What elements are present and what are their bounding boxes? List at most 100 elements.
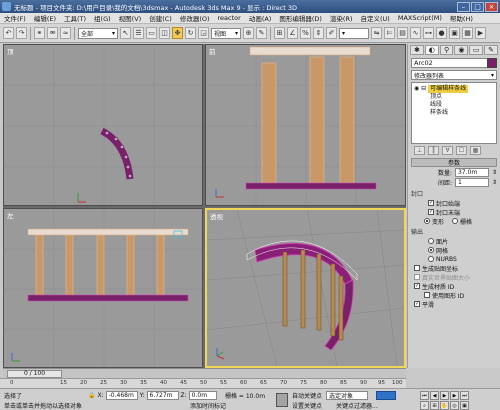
window-crossing-icon[interactable]: ◫ [159, 27, 170, 39]
rollout-parameters[interactable]: 参数 [411, 158, 497, 167]
manipulate-icon[interactable]: ✎ [256, 27, 267, 39]
count-field[interactable]: 37.0m [454, 168, 489, 177]
percent-snap-icon[interactable]: % [300, 27, 311, 39]
play-icon[interactable]: ▶ [440, 391, 449, 400]
viewport-label[interactable]: 前 [209, 46, 216, 56]
object-color-swatch[interactable] [487, 58, 497, 68]
zoom-icon[interactable]: ⌕ [420, 401, 429, 410]
mirror-icon[interactable]: ⇋ [371, 27, 382, 39]
angle-snap-icon[interactable]: ∠ [287, 27, 298, 39]
utilities-tab-icon[interactable]: ✎ [484, 45, 498, 55]
hierarchy-tab-icon[interactable]: ⚲ [439, 45, 454, 55]
y-field[interactable]: 6.727m [146, 391, 179, 400]
gen-mapping-checkbox[interactable] [414, 265, 420, 271]
schematic-view-icon[interactable]: ⊶ [423, 27, 434, 39]
named-selection-icon[interactable]: ✐ [326, 27, 337, 39]
object-name-field[interactable]: Arc02 [411, 58, 497, 68]
add-time-tag[interactable]: 添加时间标记 [190, 401, 226, 410]
named-selection-dropdown[interactable]: ▾ [339, 27, 369, 39]
goto-end-icon[interactable]: ⏭ [460, 391, 469, 400]
selection-filter-dropdown[interactable]: 全部 ▾ [78, 27, 118, 39]
select-link-icon[interactable]: ⚭ [34, 27, 45, 39]
cap-end-checkbox[interactable]: ✓ [428, 209, 434, 215]
maximize-viewport-icon[interactable]: ▣ [460, 401, 469, 410]
minimize-button[interactable]: – [457, 1, 470, 12]
display-tab-icon[interactable]: ▭ [469, 45, 484, 55]
pin-stack-icon[interactable]: ⊥ [414, 146, 425, 155]
menu-customize[interactable]: 自定义(U) [357, 13, 394, 23]
menu-help[interactable]: 帮助(H) [446, 13, 477, 23]
goto-start-icon[interactable]: ⏮ [420, 391, 429, 400]
unlink-icon[interactable]: ⚮ [47, 27, 58, 39]
stack-item-segment[interactable]: 线段 [414, 101, 494, 109]
select-rotate-icon[interactable]: ↻ [185, 27, 196, 39]
use-shape-id-checkbox[interactable] [424, 292, 430, 298]
viewport-perspective[interactable]: 透视 [205, 208, 406, 368]
undo-icon[interactable]: ↶ [3, 27, 14, 39]
key-selection-dropdown[interactable]: 选定对象 [326, 391, 368, 400]
orbit-icon[interactable]: ◎ [450, 401, 459, 410]
time-slider[interactable]: 0 / 100 [7, 369, 62, 378]
output-mesh-radio[interactable] [428, 247, 434, 253]
viewport-label[interactable]: 顶 [7, 46, 14, 56]
stack-item-vertex[interactable]: 顶点 [414, 93, 494, 101]
viewport-front[interactable]: 前 [205, 44, 406, 206]
menu-tools[interactable]: 工具(T) [60, 13, 90, 23]
track-bar[interactable]: 0 15 20 25 30 35 40 45 50 55 60 65 70 75… [0, 378, 406, 388]
spinner-snap-icon[interactable]: ⇕ [313, 27, 324, 39]
menu-create[interactable]: 创建(C) [145, 13, 176, 23]
show-end-result-icon[interactable]: ║ [428, 146, 439, 155]
select-object-icon[interactable]: ↖ [120, 27, 131, 39]
stack-item-editable-spline[interactable]: ◉ ⊟ 可编辑样条线 [414, 85, 494, 93]
stack-item-spline[interactable]: 样条线 [414, 109, 494, 117]
viewport-left[interactable]: 左 [3, 208, 203, 368]
smooth-checkbox[interactable]: ✓ [414, 301, 420, 307]
next-frame-icon[interactable]: ▶ [450, 391, 459, 400]
layer-manager-icon[interactable]: ▤ [397, 27, 408, 39]
material-editor-icon[interactable]: ● [436, 27, 447, 39]
menu-modifiers[interactable]: 修改器(O) [176, 13, 214, 23]
menu-rendering[interactable]: 渲染(R) [326, 13, 357, 23]
select-by-name-icon[interactable]: ☰ [133, 27, 144, 39]
set-key-icon[interactable] [276, 393, 288, 407]
render-setup-icon[interactable]: ▣ [449, 27, 460, 39]
configure-sets-icon[interactable]: ▦ [470, 146, 481, 155]
viewport-top[interactable]: 顶 [3, 44, 203, 206]
morph-radio[interactable] [424, 218, 430, 224]
snap-toggle-icon[interactable]: ⊞ [274, 27, 285, 39]
maximize-button[interactable]: □ [471, 1, 484, 12]
pivot-center-icon[interactable]: ⊕ [243, 27, 254, 39]
menu-reactor[interactable]: reactor [214, 14, 245, 22]
prev-frame-icon[interactable]: ◀ [430, 391, 439, 400]
spinner-icon[interactable]: ⇕ [492, 179, 497, 186]
x-field[interactable]: -0.468m [105, 391, 138, 400]
viewport-label[interactable]: 左 [7, 210, 14, 220]
setkey-label[interactable]: 设置关键点 [292, 401, 322, 410]
spinner-icon[interactable]: ⇕ [492, 169, 497, 176]
make-unique-icon[interactable]: ∀ [442, 146, 453, 155]
bind-space-warp-icon[interactable]: ≈ [60, 27, 71, 39]
menu-views[interactable]: 视图(V) [115, 13, 146, 23]
spacing-field[interactable]: 1 [454, 178, 489, 187]
menu-group[interactable]: 组(G) [90, 13, 115, 23]
modify-tab-icon[interactable]: ◐ [424, 45, 439, 55]
lock-selection-icon[interactable]: 🔒 [88, 392, 95, 399]
motion-tab-icon[interactable]: ◉ [454, 45, 469, 55]
redo-icon[interactable]: ↷ [16, 27, 27, 39]
playback-controls[interactable] [376, 391, 396, 400]
close-button[interactable]: × [485, 1, 498, 12]
output-patch-radio[interactable] [428, 238, 434, 244]
zoom-all-icon[interactable]: ⊞ [430, 401, 439, 410]
menu-edit[interactable]: 编辑(E) [30, 13, 60, 23]
select-scale-icon[interactable]: ◲ [198, 27, 209, 39]
gen-matid-checkbox[interactable]: ✓ [414, 283, 420, 289]
quick-render-icon[interactable]: ▶ [475, 27, 486, 39]
z-field[interactable]: 0.0m [188, 391, 217, 400]
autokey-label[interactable]: 自动关键点 [292, 391, 322, 400]
grid-radio[interactable] [452, 218, 459, 224]
select-move-icon[interactable]: ✥ [172, 27, 183, 39]
output-nurbs-radio[interactable] [428, 256, 434, 262]
cap-start-checkbox[interactable]: ✓ [428, 200, 434, 206]
modifier-list-dropdown[interactable]: 修改器列表 ▾ [411, 70, 497, 80]
align-icon[interactable]: ⊨ [384, 27, 395, 39]
